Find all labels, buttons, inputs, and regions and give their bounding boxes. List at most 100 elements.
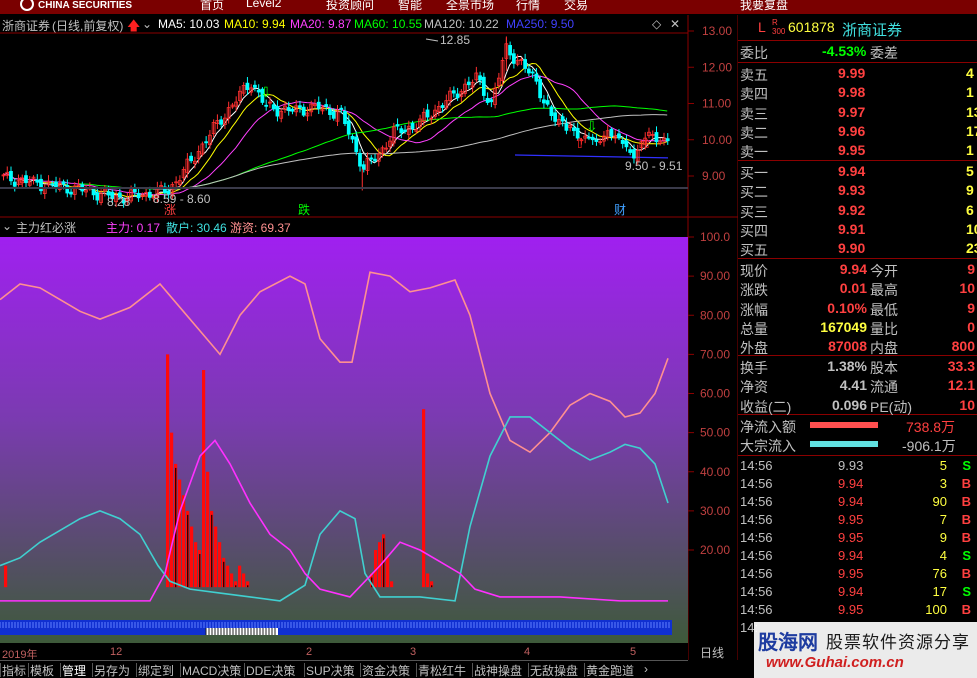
tab-8[interactable]: 资金决策 — [362, 662, 410, 678]
menu-item-market[interactable]: 全景市场 — [446, 0, 494, 13]
main-force-bar — [190, 526, 194, 588]
trade-price: 9.95 — [838, 602, 864, 617]
stat2-row-1: 净资 4.41 流通 12.1 — [738, 376, 977, 395]
main-force-bar — [235, 585, 237, 588]
stat-row-4-label2: 内盘 — [870, 340, 898, 357]
tab-0[interactable]: 指标 — [2, 662, 26, 678]
main-force-bar — [202, 370, 206, 588]
trade-side: B — [961, 494, 971, 509]
chart-area[interactable]: 13.00 12.00 11.00 10.00 9.00 12.85 8.28 8.59… — [0, 15, 738, 660]
x-label-2: 2 — [306, 646, 313, 658]
tab-3[interactable]: 另存为 — [94, 662, 130, 678]
menu-item-quotes[interactable]: 行情 — [516, 0, 540, 13]
tab-6[interactable]: DDE决策 — [246, 662, 295, 678]
tab-7[interactable]: SUP决策 — [306, 662, 355, 678]
tab-separator — [360, 663, 361, 677]
tab-separator — [92, 663, 93, 677]
trade-volume: 76 — [932, 566, 947, 581]
main-force-bar — [386, 557, 390, 588]
tab-1[interactable]: 模板 — [30, 662, 54, 678]
menu-item-trade[interactable]: 交易 — [564, 0, 588, 13]
period-button[interactable]: 日线 — [700, 644, 724, 661]
sell-level-4-volume: 1 — [966, 84, 974, 101]
candle-body — [632, 149, 636, 159]
block-inflow-bar — [810, 441, 878, 447]
candle-body — [523, 59, 527, 69]
tab-10[interactable]: 战神操盘 — [474, 662, 522, 678]
buy-level-4-label: 买四 — [740, 222, 768, 239]
badge-zhang: 涨 — [164, 202, 176, 217]
candle-body — [316, 101, 321, 109]
sub-y-label: 80.00 — [700, 308, 730, 322]
sub-y-label: 40.00 — [700, 465, 730, 479]
tab-12[interactable]: 黄金跑道 — [586, 662, 634, 678]
brand-name: CHINA SECURITIES — [38, 0, 133, 11]
trade-price: 9.94 — [838, 584, 864, 599]
candle-body — [489, 99, 494, 103]
buy-level-2-price: 9.93 — [838, 182, 866, 199]
sell-level-3: 卖三 9.97 13 — [738, 103, 977, 122]
candle-body — [628, 149, 633, 153]
main-force-bar — [247, 585, 249, 588]
candle-body — [560, 116, 565, 122]
watermark: 股海网 股票软件资源分享 www.Guhai.com.cn — [754, 622, 977, 678]
quote-panel: L R 300 601878 浙商证券 委比 -4.53% 委差 净流入额 73… — [738, 15, 977, 678]
main-force-bar — [194, 542, 198, 588]
buy-level-3-label: 买三 — [740, 203, 768, 220]
block-inflow-row: 大宗流入 -906.1万 — [738, 435, 977, 454]
tab-separator — [472, 663, 473, 677]
bottom-band — [0, 620, 672, 635]
buy-level-1-price: 9.94 — [838, 163, 866, 179]
candle-body — [542, 99, 546, 104]
tab-11[interactable]: 无敌操盘 — [530, 662, 578, 678]
buy-level-2-label: 买二 — [740, 184, 768, 201]
sub-gridlines — [688, 236, 694, 551]
tab-2[interactable]: 管理 — [62, 662, 86, 678]
stat-row-3: 总量 167049 量比 0 — [738, 318, 977, 337]
trade-price: 9.95 — [838, 530, 864, 545]
tab-5[interactable]: MACD决策 — [182, 662, 241, 678]
stat-row-1: 涨跌 0.01 最高 10 — [738, 279, 977, 298]
menu-item-level2[interactable]: Level2 — [246, 0, 281, 10]
tab-4[interactable]: 绑定到 — [138, 662, 174, 678]
main-force-bar — [214, 526, 218, 588]
menu-item-home[interactable]: 首页 — [200, 0, 224, 13]
candle-body — [35, 179, 40, 183]
buy-level-5-label: 买五 — [740, 242, 768, 259]
candle-body — [328, 108, 332, 116]
menu-item-review[interactable]: 我要复盘 — [740, 0, 788, 13]
stock-header: L R 300 601878 浙商证券 — [738, 18, 977, 40]
candle-body — [147, 191, 152, 198]
trade-side: S — [962, 548, 971, 563]
candle-body — [136, 192, 141, 199]
chevron-right-icon[interactable]: › — [644, 662, 648, 676]
candle-body — [624, 140, 629, 148]
trade-row: 14:56 9.94 17 S — [738, 583, 977, 602]
candle-body — [54, 181, 58, 188]
candle-body — [331, 111, 336, 119]
main-y-label: 13.00 — [702, 24, 732, 38]
buy-level-4-price: 9.91 — [838, 220, 866, 237]
tab-9[interactable]: 青松红牛 — [418, 662, 466, 678]
weibi-label: 委比 — [740, 45, 768, 61]
weicha-label: 委差 — [870, 45, 898, 61]
main-force-bar — [187, 514, 189, 588]
sub-y-label: 20.00 — [700, 543, 730, 557]
sub-y-label: 60.00 — [700, 387, 730, 401]
stat2-row-0: 换手 1.38% 股本 33.3 — [738, 357, 977, 376]
buy-level-4-volume: 10 — [966, 220, 977, 237]
candle-body — [526, 68, 531, 74]
arrow-up-icon: ⇧ — [16, 176, 25, 188]
stat2-row-1-value2: 12.1 — [947, 377, 975, 394]
main-force-bar — [4, 565, 8, 588]
candle-body — [95, 192, 100, 201]
index-tag: R 300 — [772, 18, 786, 36]
stat-row-3-value2: 0 — [967, 318, 975, 335]
candle-body — [511, 53, 516, 64]
main-force-bar — [238, 565, 242, 588]
menu-item-advisor[interactable]: 投资顾问 — [326, 0, 374, 13]
menu-item-smart[interactable]: 智能 — [398, 0, 422, 13]
sell-level-4-price: 9.98 — [838, 84, 866, 101]
stat2-row-1-label2: 流通 — [870, 379, 898, 396]
candle-body — [530, 71, 535, 74]
